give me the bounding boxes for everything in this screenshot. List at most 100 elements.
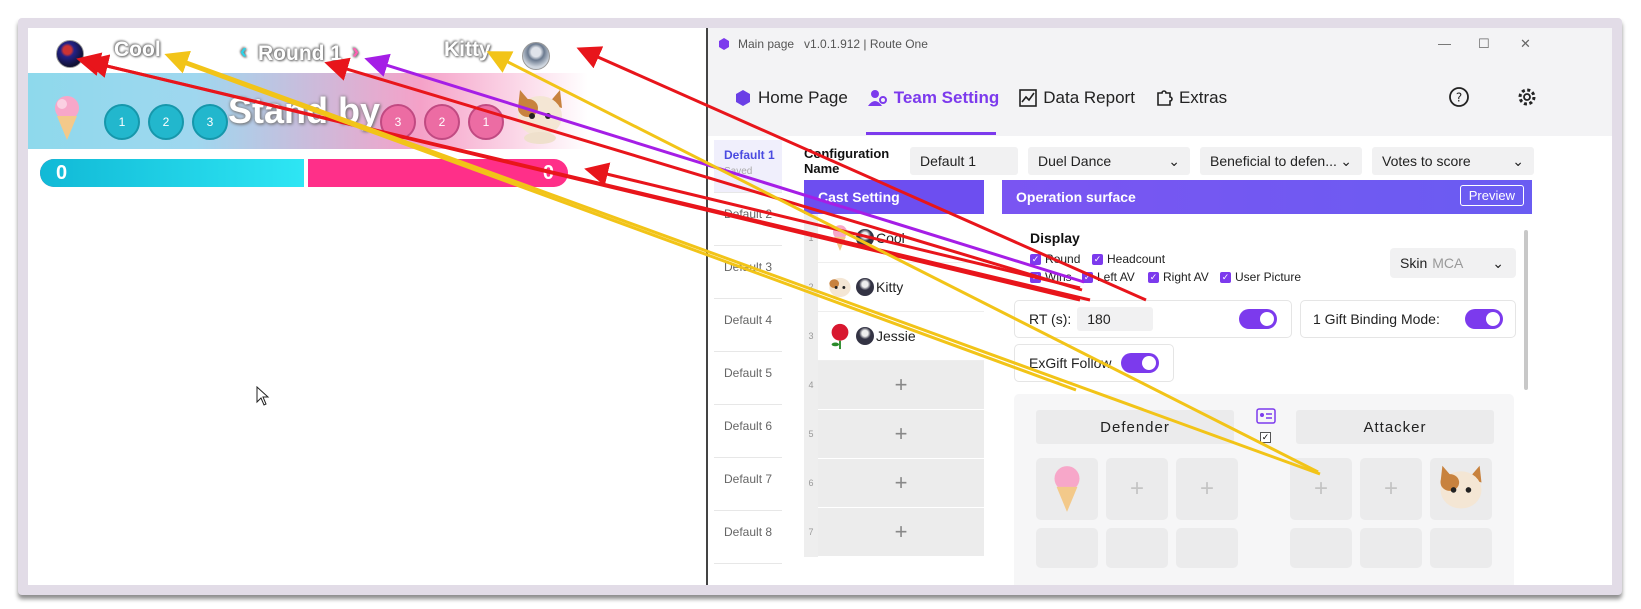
attacker-slot-cell[interactable] xyxy=(1360,528,1422,568)
default-item-1[interactable]: Default 1 Saved xyxy=(714,140,782,193)
default-item-4[interactable]: Default 4 xyxy=(714,299,782,352)
scoring-value: Votes to score xyxy=(1382,153,1471,169)
cast-row-number: 5 xyxy=(804,409,818,459)
skin-select[interactable]: Skin MCA ⌄ xyxy=(1390,248,1516,278)
attacker-slot-cell[interactable]: + xyxy=(1290,458,1352,520)
cast-add-row[interactable]: 5 + xyxy=(804,409,984,459)
gift-binding-card: 1 Gift Binding Mode: xyxy=(1300,300,1516,338)
cast-row[interactable]: 1 Cool xyxy=(804,213,984,263)
checkbox-headcount[interactable]: ✓ Headcount xyxy=(1092,252,1165,266)
default-item-5[interactable]: Default 5 xyxy=(714,352,782,405)
defender-slot-cell[interactable] xyxy=(1106,528,1168,568)
check-icon: ✓ xyxy=(1220,271,1231,283)
attacker-slot-1: 1 xyxy=(468,104,504,140)
exgift-card: ExGift Follow xyxy=(1014,344,1174,382)
rt-input[interactable]: 180 xyxy=(1077,307,1154,331)
nav-home-page[interactable]: Home Page xyxy=(734,88,848,108)
benefit-select[interactable]: Beneficial to defen... ⌄ xyxy=(1200,147,1362,175)
checkbox-right-av[interactable]: ✓ Right AV xyxy=(1148,270,1209,284)
title-bar: Main page v1.0.1.912 | Route One xyxy=(708,28,1612,60)
nav-home-label: Home Page xyxy=(758,88,848,107)
rt-toggle[interactable] xyxy=(1239,309,1277,329)
member-avatar xyxy=(856,327,874,345)
maximize-button[interactable]: ☐ xyxy=(1478,36,1490,52)
checkbox-user-picture[interactable]: ✓ User Picture xyxy=(1220,270,1301,284)
vertical-scrollbar[interactable] xyxy=(1524,230,1528,390)
config-name-input[interactable]: Default 1 xyxy=(910,147,1018,175)
operation-surface-title: Operation surface xyxy=(1016,189,1136,205)
ice-cream-gift-icon xyxy=(833,225,847,251)
close-button[interactable]: ✕ xyxy=(1520,36,1531,52)
cast-row[interactable]: 2 Kitty xyxy=(804,262,984,312)
cast-add-row[interactable]: 4 + xyxy=(804,360,984,410)
exgift-label: ExGift Follow xyxy=(1029,355,1112,371)
left-player-name: Cool xyxy=(114,38,161,61)
defaults-list: Default 1 Saved Default 2 Default 3 Defa… xyxy=(714,140,782,564)
id-card-checkbox[interactable]: ✓ xyxy=(1260,432,1271,443)
id-card-icon[interactable] xyxy=(1256,408,1276,424)
checkbox-label: Left AV xyxy=(1097,270,1135,284)
attacker-button[interactable]: Attacker xyxy=(1296,410,1494,444)
default-item-7[interactable]: Default 7 xyxy=(714,458,782,511)
preview-button[interactable]: Preview xyxy=(1459,185,1524,206)
checkbox-round[interactable]: ✓ Round xyxy=(1030,252,1080,266)
defender-slot-cell[interactable]: + xyxy=(1176,458,1238,520)
skin-label: Skin xyxy=(1400,255,1428,271)
check-icon: ✓ xyxy=(1030,253,1041,265)
cast-setting-panel: Cast Setting 1 Cool 2 Kitty 3 Jessie 4 +… xyxy=(804,180,984,585)
defender-button[interactable]: Defender xyxy=(1036,410,1234,444)
puzzle-icon xyxy=(1157,90,1173,106)
chevron-down-icon: ⌄ xyxy=(1340,152,1352,169)
defender-slot-2: 2 xyxy=(148,104,184,140)
defender-slot-cell[interactable]: + xyxy=(1106,458,1168,520)
nav-data-report[interactable]: Data Report xyxy=(1019,88,1135,108)
cast-setting-header: Cast Setting xyxy=(804,180,984,214)
score-separator xyxy=(304,159,308,187)
gift-binding-toggle[interactable] xyxy=(1465,309,1503,329)
attacker-slot-cell[interactable] xyxy=(1430,458,1492,520)
attacker-slot-cell[interactable] xyxy=(1430,528,1492,568)
defender-slot-cell[interactable] xyxy=(1036,458,1098,520)
default-item-label: Default 1 xyxy=(724,148,775,162)
checkbox-label: Round xyxy=(1045,252,1081,266)
score-progress-bar: 0 0 xyxy=(40,159,568,187)
default-item-2[interactable]: Default 2 xyxy=(714,193,782,246)
exgift-toggle[interactable] xyxy=(1121,353,1159,373)
attacker-slot-cell[interactable] xyxy=(1290,528,1352,568)
defender-slot-cell[interactable] xyxy=(1176,528,1238,568)
left-score: 0 xyxy=(56,162,68,184)
cast-member-name: Kitty xyxy=(876,279,904,295)
chevron-down-icon: ⌄ xyxy=(1492,254,1504,271)
default-item-3[interactable]: Default 3 xyxy=(714,246,782,299)
rt-label: RT (s): xyxy=(1029,311,1072,327)
gear-icon[interactable] xyxy=(1516,86,1538,108)
mode-select[interactable]: Duel Dance ⌄ xyxy=(1028,147,1190,175)
window-title: Main page v1.0.1.912 | Route One xyxy=(738,37,928,51)
minimize-button[interactable]: — xyxy=(1438,36,1451,51)
scoring-select[interactable]: Votes to score ⌄ xyxy=(1372,147,1534,175)
cast-add-row[interactable]: 6 + xyxy=(804,458,984,508)
cast-add-row[interactable]: 7 + xyxy=(804,507,984,557)
attacker-slot-2: 2 xyxy=(424,104,460,140)
attacker-slot-cell[interactable]: + xyxy=(1360,458,1422,520)
cast-row[interactable]: 3 Jessie xyxy=(804,311,984,361)
help-icon[interactable]: ? xyxy=(1448,86,1470,108)
defender-slot-cell[interactable] xyxy=(1036,528,1098,568)
nav-extras[interactable]: Extras xyxy=(1155,88,1227,108)
default-item-6[interactable]: Default 6 xyxy=(714,405,782,458)
ice-cream-icon xyxy=(55,96,79,140)
skin-value: MCA xyxy=(1432,255,1464,271)
nav-team-label: Team Setting xyxy=(893,88,1000,107)
checkbox-wins[interactable]: ✓ Wins xyxy=(1030,270,1072,284)
checkbox-label: Wins xyxy=(1045,270,1072,284)
attacker-slot-3: 3 xyxy=(380,104,416,140)
cast-row-number: 4 xyxy=(804,360,818,410)
checkbox-left-av[interactable]: ✓ Left AV xyxy=(1082,270,1135,284)
round-label: Round 1 xyxy=(258,42,342,65)
nav-team-setting[interactable]: Team Setting xyxy=(867,88,1000,108)
gift-binding-label: 1 Gift Binding Mode: xyxy=(1313,311,1440,327)
default-item-8[interactable]: Default 8 xyxy=(714,511,782,564)
cast-row-number: 2 xyxy=(804,262,818,312)
teams-area: Defender ✓ Attacker + + + + xyxy=(1014,394,1514,585)
chart-icon xyxy=(1019,89,1038,107)
